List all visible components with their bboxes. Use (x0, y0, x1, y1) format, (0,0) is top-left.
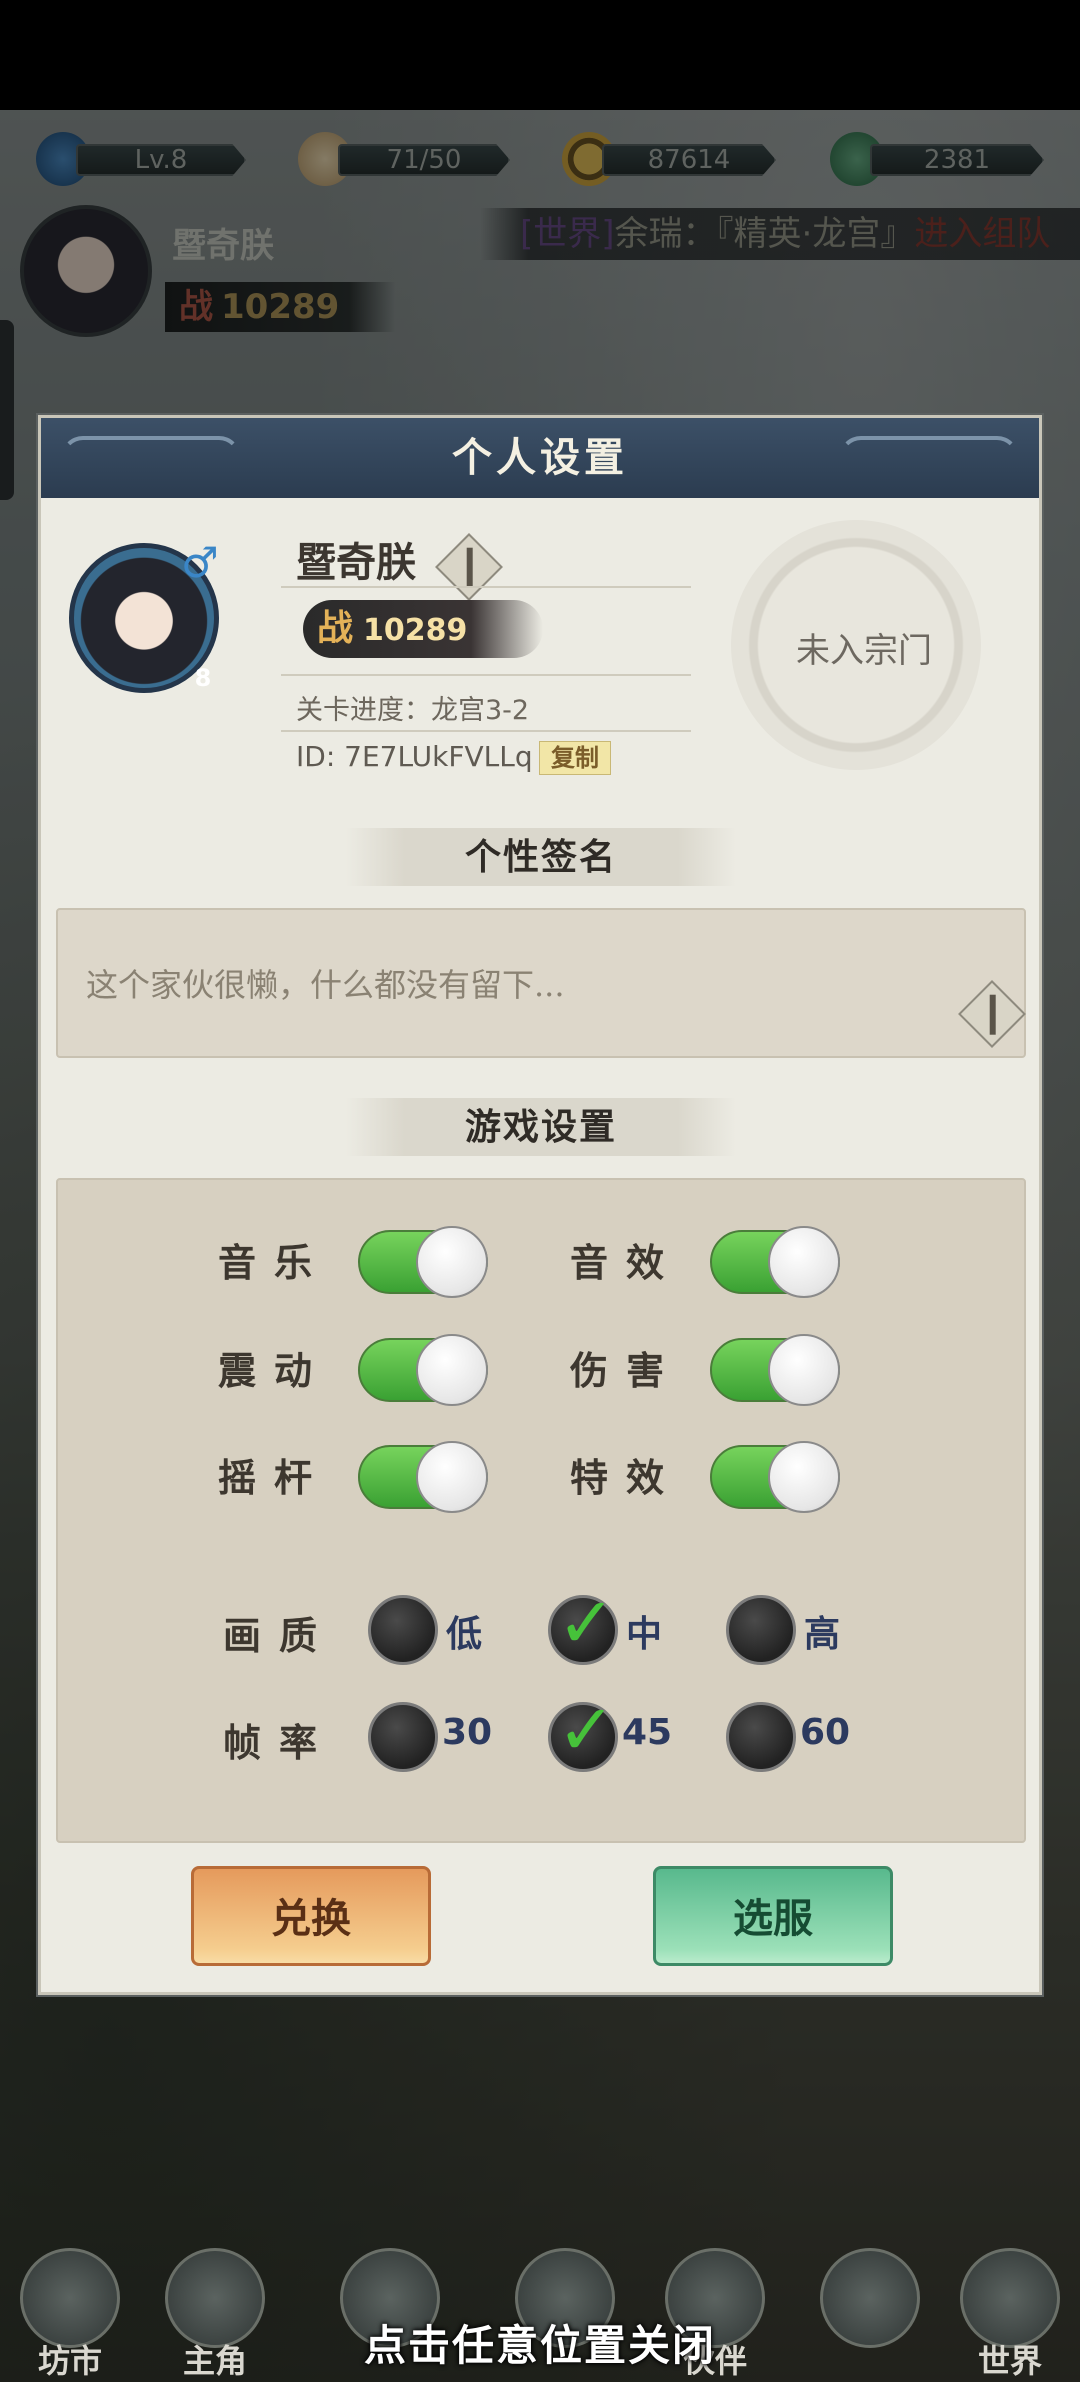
player-id: ID: 7E7LUkFVLLq (296, 740, 533, 773)
sect-status: 未入宗门 (796, 631, 932, 671)
framerate-45-radio[interactable]: ✓ (548, 1689, 618, 1772)
framerate-label: 帧率 (223, 1720, 336, 1765)
quality-high-radio[interactable] (726, 1595, 796, 1665)
brush-edit-icon (958, 980, 1026, 1048)
joystick-toggle[interactable] (358, 1441, 488, 1513)
framerate-60-radio[interactable] (726, 1702, 796, 1772)
vibration-toggle[interactable] (358, 1334, 488, 1406)
quality-medium-radio[interactable]: ✓ (548, 1582, 618, 1665)
music-toggle[interactable] (358, 1226, 488, 1298)
checkmark-icon: ✓ (557, 1689, 616, 1771)
framerate-30-radio[interactable] (368, 1702, 438, 1772)
toggle-knob (416, 1334, 488, 1406)
brush-edit-icon (435, 533, 503, 601)
checkmark-icon: ✓ (557, 1582, 616, 1664)
cloud-ornament-left (61, 436, 241, 480)
damage-toggle[interactable] (710, 1334, 840, 1406)
personal-settings-panel: 个人设置 ♂ 8 暨奇朕 战 10289 关卡进度：龙宫3-2 ID: 7E7LU… (38, 415, 1042, 1995)
quality-medium-label: 中 (626, 1614, 663, 1655)
quality-high-label: 高 (804, 1614, 841, 1655)
profile-power-value: 10289 (363, 613, 468, 648)
profile-name: 暨奇朕 (296, 539, 416, 586)
panel-title-bar: 个人设置 (41, 418, 1039, 498)
profile-power: 战 10289 (303, 600, 543, 658)
quality-low-label: 低 (446, 1614, 483, 1655)
male-gender-icon: ♂ (181, 538, 219, 587)
quality-label: 画质 (223, 1613, 336, 1658)
toggle-knob (416, 1226, 488, 1298)
toggle-knob (768, 1334, 840, 1406)
signature-box[interactable]: 这个家伙很懒，什么都没有留下... (56, 908, 1026, 1058)
divider (281, 586, 691, 588)
quality-low-radio[interactable] (368, 1595, 438, 1665)
signature-heading: 个性签名 (346, 828, 736, 886)
effects-toggle[interactable] (710, 1441, 840, 1513)
profile-level: 8 (194, 664, 212, 692)
divider (281, 674, 691, 676)
toggle-label-sfx: 音效 (570, 1240, 683, 1285)
select-server-button[interactable]: 选服 (653, 1866, 893, 1966)
game-settings-heading: 游戏设置 (346, 1098, 736, 1156)
toggle-label-damage: 伤害 (570, 1348, 683, 1393)
framerate-30-label: 30 (442, 1712, 493, 1753)
framerate-45-label: 45 (622, 1712, 673, 1753)
panel-title: 个人设置 (452, 434, 628, 481)
toggle-label-vibration: 震动 (218, 1348, 331, 1393)
divider (281, 730, 691, 732)
copy-id-button[interactable]: 复制 (539, 741, 611, 775)
stage-progress: 关卡进度：龙宫3-2 (296, 695, 530, 726)
toggle-label-joystick: 摇杆 (218, 1455, 331, 1500)
exchange-button[interactable]: 兑换 (191, 1866, 431, 1966)
profile-power-label: 战 (317, 608, 354, 649)
toggle-label-effects: 特效 (570, 1455, 683, 1500)
signature-text: 这个家伙很懒，什么都没有留下... (86, 966, 565, 1004)
toggle-knob (768, 1226, 840, 1298)
toggle-knob (768, 1441, 840, 1513)
cloud-ornament-right (839, 436, 1019, 480)
close-hint[interactable]: 点击任意位置关闭 (0, 2312, 1080, 2373)
toggle-label-music: 音乐 (218, 1240, 331, 1285)
sfx-toggle[interactable] (710, 1226, 840, 1298)
game-settings-box: 音乐 音效 震动 伤害 摇杆 特效 画质 低 ✓ 中 高 帧率 30 ✓ 45 … (56, 1178, 1026, 1843)
edit-signature-button[interactable] (958, 980, 1026, 1048)
framerate-60-label: 60 (800, 1712, 851, 1753)
toggle-knob (416, 1441, 488, 1513)
